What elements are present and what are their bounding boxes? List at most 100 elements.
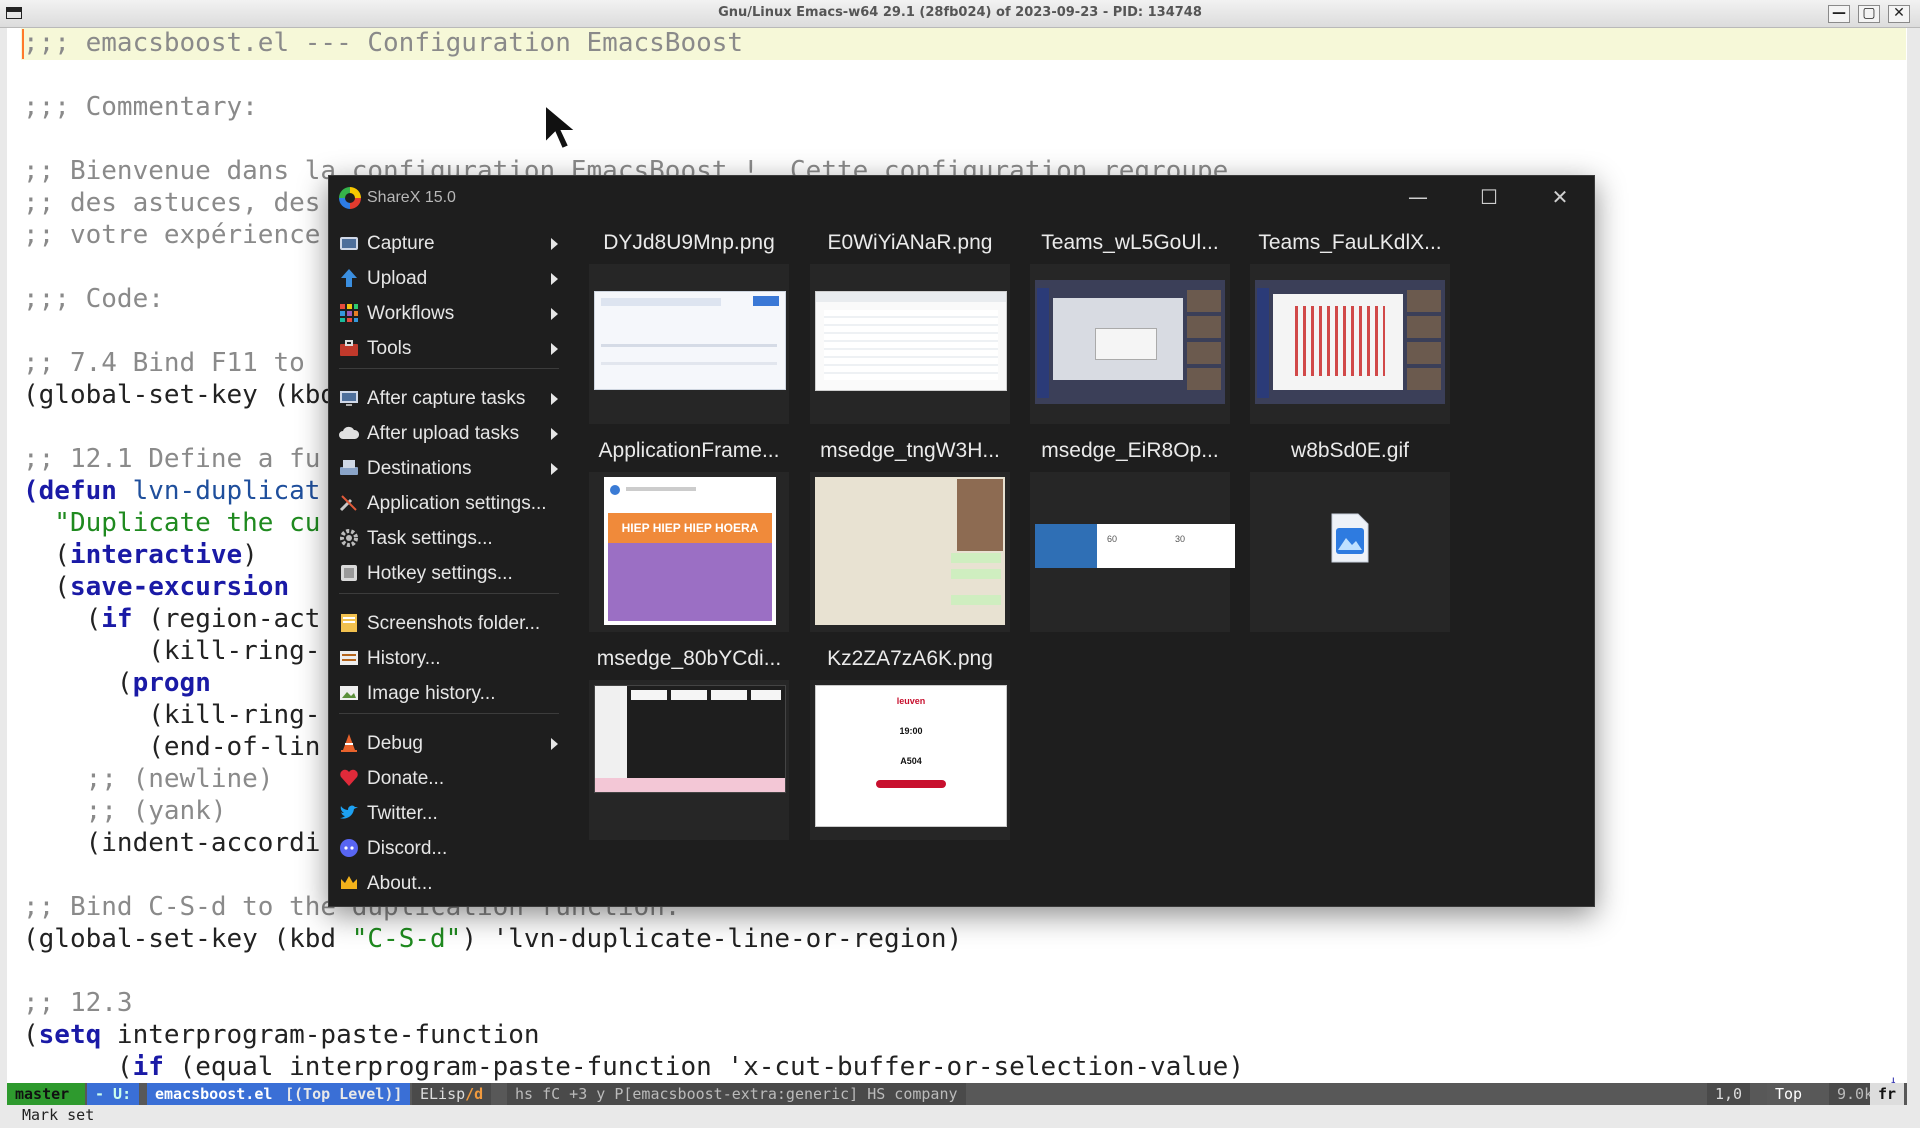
- thumbnail-tile[interactable]: E0WiYiANaR.png: [810, 228, 1010, 428]
- sharex-window: ShareX 15.0 — ☐ ✕ Capture Upload Workflo…: [328, 175, 1595, 907]
- menu-separator: [339, 368, 559, 369]
- image-file-icon: [1331, 513, 1369, 563]
- echo-area: Mark set: [22, 1106, 95, 1124]
- menu-item-after-upload-tasks[interactable]: After upload tasks: [329, 416, 559, 450]
- emacs-titlebar: Gnu/Linux Emacs-w64 29.1 (28fb024) of 20…: [0, 0, 1920, 28]
- thumbnail-tile[interactable]: Teams_wL5GoUl...: [1030, 228, 1230, 428]
- menu-item-image-history[interactable]: Image history...: [329, 676, 559, 710]
- screenshot-thumbnail: [594, 291, 786, 390]
- menu-item-twitter[interactable]: Twitter...: [329, 796, 559, 830]
- code-line-18: (save-excursion: [23, 572, 290, 602]
- thumbnail-tile[interactable]: DYJd8U9Mnp.png: [589, 228, 789, 428]
- code-line-1: ;;; emacsboost.el --- Configuration Emac…: [23, 28, 744, 58]
- submenu-arrow-icon: [551, 343, 558, 355]
- discord-icon: [340, 839, 358, 857]
- menu-item-screenshots-folder[interactable]: Screenshots folder...: [329, 606, 559, 640]
- thumbnail-frame: HIEP HIEP HIEP HOERA: [589, 472, 789, 632]
- calendar-value: 60: [1107, 534, 1118, 544]
- thumbnail-tile[interactable]: ApplicationFrame... HIEP HIEP HIEP HOERA: [589, 436, 789, 636]
- sharex-logo-icon: [339, 187, 361, 209]
- which-function: [(Top Level)]: [277, 1083, 411, 1105]
- thumbnail-tile[interactable]: Kz2ZA7zA6K.png leuven 19:00 A504: [810, 644, 1010, 844]
- emacs-window-title: Gnu/Linux Emacs-w64 29.1 (28fb024) of 20…: [718, 5, 1202, 20]
- chat-thumbnail: [815, 477, 1005, 625]
- submenu-arrow-icon: [551, 238, 558, 250]
- submenu-arrow-icon: [551, 308, 558, 320]
- code-line-20: (kill-ring-: [23, 636, 321, 666]
- thumbnail-frame: [1250, 472, 1450, 632]
- menu-item-tools[interactable]: Tools: [329, 331, 559, 365]
- code-line-17: (interactive): [23, 540, 258, 570]
- monitor-icon: [340, 391, 358, 406]
- input-language[interactable]: fr: [1870, 1083, 1905, 1105]
- screenshot-thumbnail: [815, 291, 1007, 391]
- thumbnail-tile[interactable]: msedge_EiR8Op... 60 30: [1030, 436, 1235, 636]
- history-icon: [340, 651, 358, 665]
- buffer-state: - U:: [87, 1083, 140, 1105]
- menu-item-discord[interactable]: Discord...: [329, 831, 559, 865]
- thumbnail-frame: 60 30: [1030, 472, 1235, 632]
- menu-item-task-settings[interactable]: Task settings...: [329, 521, 559, 555]
- menu-item-about[interactable]: About...: [329, 866, 559, 900]
- menu-item-capture[interactable]: Capture: [329, 226, 559, 260]
- submenu-arrow-icon: [551, 273, 558, 285]
- code-line-22: (kill-ring-: [23, 700, 321, 730]
- buffer-name[interactable]: emacsboost.el: [147, 1083, 281, 1105]
- menu-item-workflows[interactable]: Workflows: [329, 296, 559, 330]
- code-line-19: (if (region-act: [23, 604, 321, 634]
- upload-arrow-icon: [341, 269, 357, 287]
- menu-separator: [339, 593, 559, 594]
- toolbox-icon: [340, 340, 358, 356]
- keyboard-icon: [341, 565, 357, 581]
- maximize-button[interactable]: ▢: [1858, 5, 1880, 23]
- sharex-maximize-button[interactable]: ☐: [1466, 182, 1512, 212]
- mode-line: master - U: emacsboost.el [(Top Level)] …: [7, 1083, 1907, 1105]
- menu-item-application-settings[interactable]: Application settings...: [329, 486, 559, 520]
- code-line-15: (defun lvn-duplicat: [23, 476, 321, 506]
- code-line-16: "Duplicate the cu: [23, 508, 321, 538]
- drive-icon: [340, 460, 358, 475]
- code-line-6: ;; des astuces, des: [23, 188, 321, 218]
- ticket-room: A504: [900, 756, 922, 766]
- menu-item-donate[interactable]: Donate...: [329, 761, 559, 795]
- code-line-11: ;; 7.4 Bind F11 to: [23, 348, 305, 378]
- submenu-arrow-icon: [551, 738, 558, 750]
- menu-separator: [339, 713, 559, 714]
- thumbnail-tile[interactable]: msedge_tngW3H...: [810, 436, 1010, 636]
- submenu-arrow-icon: [551, 428, 558, 440]
- submenu-arrow-icon: [551, 393, 558, 405]
- crown-icon: [341, 876, 357, 889]
- thumbnail-frame: [589, 680, 789, 840]
- image-history-icon: [340, 686, 358, 700]
- sharex-title: ShareX 15.0: [367, 189, 456, 206]
- code-line-12: (global-set-key (kbd: [23, 380, 337, 410]
- minor-modes[interactable]: hs fC +3 y P[emacsboost-extra:generic] H…: [507, 1083, 966, 1105]
- thumbnail-frame: [1250, 264, 1450, 424]
- minimize-button[interactable]: —: [1828, 5, 1850, 23]
- git-branch[interactable]: master: [7, 1083, 85, 1105]
- close-button[interactable]: ✕: [1888, 5, 1910, 23]
- menu-item-debug[interactable]: Debug: [329, 726, 559, 760]
- menu-item-hotkey-settings[interactable]: Hotkey settings...: [329, 556, 559, 590]
- menu-item-upload[interactable]: Upload: [329, 261, 559, 295]
- code-line-9: ;;; Code:: [23, 284, 164, 314]
- code-line-32: (setq interprogram-paste-function: [23, 1020, 540, 1050]
- thumbnail-tile[interactable]: msedge_80bYCdi...: [589, 644, 789, 844]
- major-mode[interactable]: ELisp/d: [412, 1083, 492, 1105]
- thumbnail-tile[interactable]: Teams_FauLKdlX...: [1250, 228, 1450, 428]
- mouse-pointer-icon: [544, 103, 579, 151]
- ticket-thumbnail: leuven 19:00 A504: [815, 685, 1007, 827]
- code-line-7: ;; votre expérience: [23, 220, 321, 250]
- sharex-close-button[interactable]: ✕: [1537, 182, 1583, 212]
- code-line-21: (progn: [23, 668, 211, 698]
- thumbnail-tile[interactable]: w8bSd0E.gif: [1250, 436, 1450, 636]
- menu-item-after-capture-tasks[interactable]: After capture tasks: [329, 381, 559, 415]
- sharex-minimize-button[interactable]: —: [1395, 182, 1441, 212]
- thumbnail-frame: leuven 19:00 A504: [810, 680, 1010, 840]
- sharex-titlebar[interactable]: ShareX 15.0 — ☐ ✕: [329, 176, 1594, 218]
- menu-item-destinations[interactable]: Destinations: [329, 451, 559, 485]
- thumbnail-frame: [810, 472, 1010, 632]
- code-line-31: ;; 12.3: [23, 988, 133, 1018]
- menu-item-history[interactable]: History...: [329, 641, 559, 675]
- ticket-time: 19:00: [899, 726, 923, 736]
